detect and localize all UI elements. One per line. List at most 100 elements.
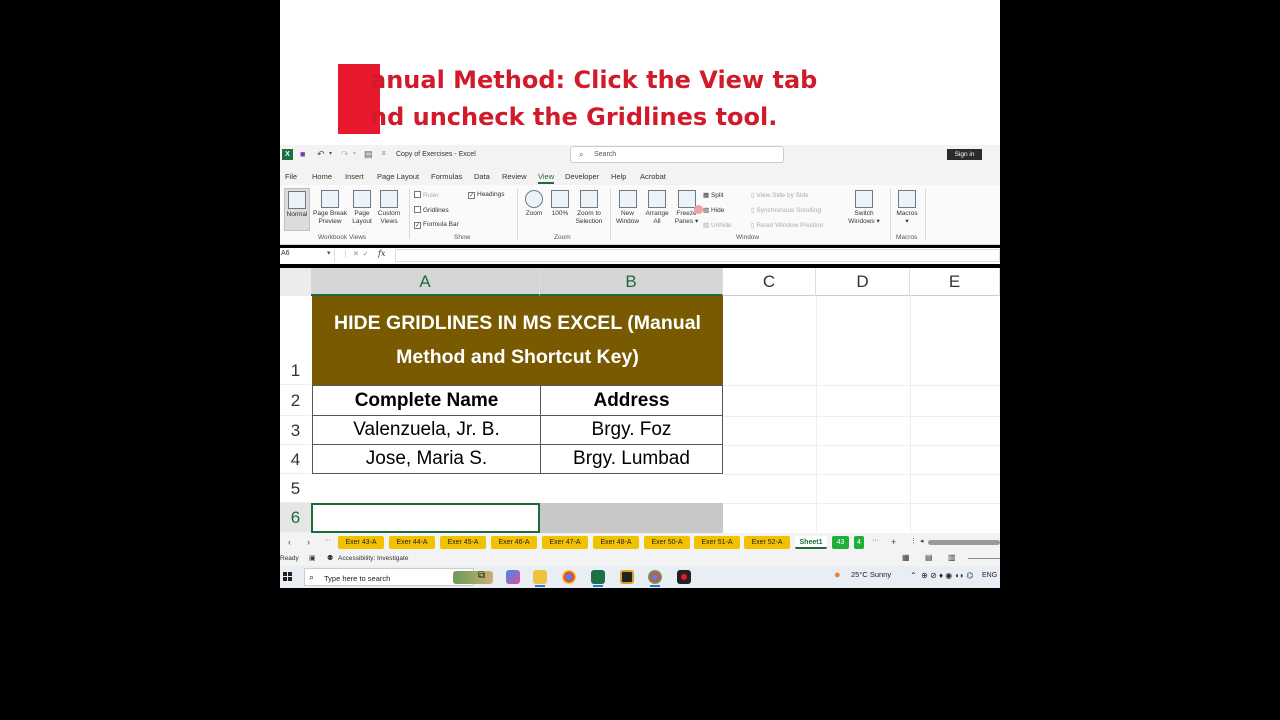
unhide-button[interactable]: ▧ Unhide xyxy=(703,221,732,229)
formula-input[interactable] xyxy=(395,249,1000,262)
system-tray[interactable]: ⌃ ⊕ ⊘ ♦ ◉ ◖◗ ⌬ xyxy=(910,571,973,580)
formula-bar-checkbox[interactable]: ✓ Formula Bar xyxy=(414,221,459,229)
tab-page-layout[interactable]: Page Layout xyxy=(377,172,419,181)
scroll-left-icon[interactable]: ◂ xyxy=(920,537,924,545)
zoom-slider[interactable] xyxy=(968,558,1000,559)
column-header-b[interactable]: B xyxy=(540,268,723,296)
tab-review[interactable]: Review xyxy=(502,172,527,181)
row-header-4[interactable]: 4 xyxy=(280,445,311,474)
accessibility-status[interactable]: Accessibility: Investigate xyxy=(338,555,408,562)
file-explorer-icon[interactable] xyxy=(533,570,547,587)
header-cell-name[interactable]: Complete Name xyxy=(312,385,541,416)
row-header-5[interactable]: 5 xyxy=(280,474,311,503)
view-side-by-side-button[interactable]: ▯ View Side by Side xyxy=(751,191,809,199)
tab-options-icon[interactable]: ⋮ xyxy=(910,537,917,545)
sheet-tab[interactable]: Exer 43-A xyxy=(338,536,384,549)
sheet-tab[interactable]: Exer 44-A xyxy=(389,536,435,549)
macros-button[interactable]: Macros ▾ xyxy=(894,190,920,226)
tab-insert[interactable]: Insert xyxy=(345,172,364,181)
undo-dropdown-icon[interactable]: ▾ xyxy=(329,149,339,160)
copilot-icon[interactable] xyxy=(506,570,520,584)
horizontal-scrollbar[interactable] xyxy=(928,540,1000,545)
ruler-checkbox[interactable]: Ruler xyxy=(414,191,439,199)
zoom-button[interactable]: Zoom xyxy=(522,190,546,218)
page-layout-view-button[interactable]: Page Layout xyxy=(350,190,374,226)
tab-formulas[interactable]: Formulas xyxy=(431,172,462,181)
row-header-2[interactable]: 2 xyxy=(280,385,311,416)
sheet-tab[interactable]: Exer 47-A xyxy=(542,536,588,549)
tab-developer[interactable]: Developer xyxy=(565,172,599,181)
tab-file[interactable]: File xyxy=(285,172,297,181)
more-tabs-icon[interactable]: ··· xyxy=(872,537,879,544)
gridlines-checkbox[interactable]: Gridlines xyxy=(414,206,449,214)
sheet-tab-active[interactable]: Sheet1 xyxy=(795,536,827,549)
tab-acrobat[interactable]: Acrobat xyxy=(640,172,666,181)
redo-icon[interactable]: ↷ xyxy=(341,149,351,160)
zoom-100-button[interactable]: 100% xyxy=(548,190,572,218)
weather-text[interactable]: 25°C Sunny xyxy=(851,570,891,579)
worksheet-grid[interactable]: A B C D E 1 2 3 4 5 6 HIDE GRIDLINES IN … xyxy=(280,268,1000,533)
chrome-icon[interactable] xyxy=(562,570,576,584)
new-window-button[interactable]: New Window xyxy=(614,190,641,226)
language-indicator[interactable]: ENG xyxy=(982,572,997,579)
prev-sheet-icon[interactable]: ‹ xyxy=(288,537,291,547)
table-title-cell[interactable]: HIDE GRIDLINES IN MS EXCEL (Manual Metho… xyxy=(312,296,723,385)
sheet-tab[interactable]: Exer 46-A xyxy=(491,536,537,549)
header-cell-address[interactable]: Address xyxy=(540,385,723,416)
recorder-icon[interactable] xyxy=(677,570,691,584)
row-header-6[interactable]: 6 xyxy=(280,503,311,533)
row-header-1[interactable]: 1 xyxy=(280,296,311,385)
taskbar-search[interactable]: ⌕ Type here to search xyxy=(304,568,493,586)
windows-start-icon[interactable] xyxy=(283,572,293,582)
sheet-tab[interactable]: 4 xyxy=(854,536,864,549)
table-cell[interactable]: Jose, Maria S. xyxy=(312,444,541,474)
task-view-icon[interactable]: ⧉ xyxy=(478,570,485,581)
switch-windows-button[interactable]: Switch Windows ▾ xyxy=(846,190,882,226)
macro-record-icon[interactable]: ▣ xyxy=(309,554,316,562)
headings-checkbox[interactable]: ✓ Headings xyxy=(468,191,504,199)
selected-cell-b6[interactable] xyxy=(540,503,723,533)
tab-view[interactable]: View xyxy=(538,172,555,184)
name-box-dropdown-icon[interactable]: ▾ xyxy=(327,249,331,257)
table-cell[interactable]: Brgy. Foz xyxy=(540,415,723,445)
next-sheet-icon[interactable]: › xyxy=(307,537,310,547)
column-header-d[interactable]: D xyxy=(816,268,910,296)
print-preview-icon[interactable]: ▤ xyxy=(364,149,374,160)
sheet-tab[interactable]: Exer 45-A xyxy=(440,536,486,549)
sheet-tab[interactable]: Exer 52-A xyxy=(744,536,790,549)
excel-taskbar-icon[interactable] xyxy=(591,570,605,587)
sign-in-button[interactable]: Sign in xyxy=(947,149,982,160)
undo-icon[interactable]: ↶ xyxy=(317,149,327,160)
zoom-to-selection-button[interactable]: Zoom to Selection xyxy=(573,190,605,226)
page-break-status-icon[interactable]: ▥ xyxy=(948,553,956,562)
column-header-a[interactable]: A xyxy=(311,268,540,296)
fx-icon[interactable]: fx xyxy=(378,249,385,258)
sheet-tab[interactable]: Exer 48-A xyxy=(593,536,639,549)
sheet-tab[interactable]: Exer 51-A xyxy=(694,536,740,549)
normal-view-status-icon[interactable]: ▦ xyxy=(902,553,910,562)
tab-data[interactable]: Data xyxy=(474,172,490,181)
page-layout-status-icon[interactable]: ▤ xyxy=(925,553,933,562)
active-cell-a6[interactable] xyxy=(311,503,540,533)
table-cell[interactable]: Valenzuela, Jr. B. xyxy=(312,415,541,445)
redo-dropdown-icon[interactable]: ▾ xyxy=(353,149,363,160)
split-button[interactable]: ▦ Split xyxy=(703,191,724,199)
page-break-preview-button[interactable]: Page Break Preview xyxy=(312,190,348,226)
add-sheet-icon[interactable]: + xyxy=(891,537,896,547)
more-sheets-icon[interactable]: ··· xyxy=(324,537,331,544)
hide-button[interactable]: ▧ Hide xyxy=(703,206,724,214)
tab-help[interactable]: Help xyxy=(611,172,626,181)
sheet-tab[interactable]: 43 xyxy=(832,536,849,549)
chrome-profile-icon[interactable] xyxy=(648,570,662,587)
save-icon[interactable]: ■ xyxy=(300,149,310,160)
normal-view-button[interactable]: Normal xyxy=(284,188,310,231)
accessibility-icon[interactable]: ⚉ xyxy=(327,554,333,562)
tab-home[interactable]: Home xyxy=(312,172,332,181)
table-cell[interactable]: Brgy. Lumbad xyxy=(540,444,723,474)
arrange-all-button[interactable]: Arrange All xyxy=(642,190,672,226)
row-header-3[interactable]: 3 xyxy=(280,416,311,445)
app-icon[interactable] xyxy=(620,570,634,584)
column-header-c[interactable]: C xyxy=(723,268,816,296)
custom-views-button[interactable]: Custom Views xyxy=(376,190,402,226)
reset-window-position-button[interactable]: ▯ Reset Window Position xyxy=(751,221,823,229)
